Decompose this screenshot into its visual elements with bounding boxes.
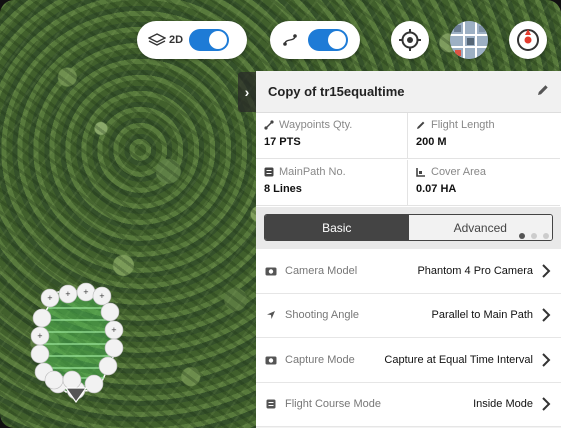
flight-area[interactable]: + + + + + + (28, 280, 128, 405)
settings-tabs: Basic Advanced (264, 214, 553, 241)
settings-list: Camera Model Phantom 4 Pro Camera Shooti… (256, 249, 561, 427)
setting-flight-course-mode[interactable]: Flight Course Mode Inside Mode (256, 383, 561, 427)
mission-stats: Waypoints Qty. 17 PTS Flight Length 200 … (256, 113, 561, 239)
chevron-right-icon (542, 397, 551, 411)
area-icon (416, 168, 425, 177)
panel-header: Copy of tr15equaltime (256, 71, 561, 113)
mission-panel: Copy of tr15equaltime Waypoints Qty. 17 … (256, 71, 561, 428)
stat-flight-length: Flight Length 200 M (408, 113, 560, 159)
svg-text:+: + (37, 332, 43, 340)
edit-pencil-icon[interactable] (537, 83, 549, 101)
locate-button[interactable] (391, 21, 429, 59)
map-thumbnail-button[interactable] (450, 21, 488, 59)
setting-label: Shooting Angle (285, 309, 360, 322)
stat-label: Cover Area (431, 166, 487, 178)
route-toggle-switch[interactable] (308, 29, 348, 51)
setting-label: Capture Mode (285, 353, 355, 366)
page-dot[interactable] (519, 233, 525, 239)
compass-icon (517, 29, 539, 51)
map-thumbnail-icon (450, 21, 488, 59)
setting-value: Inside Mode (473, 398, 533, 411)
setting-value: Parallel to Main Path (431, 309, 534, 322)
chevron-right-icon (542, 264, 551, 278)
stat-mainpath: MainPath No. 8 Lines (256, 160, 408, 206)
setting-value: Phantom 4 Pro Camera (417, 264, 533, 277)
stat-label: Flight Length (431, 119, 495, 131)
setting-value: Capture at Equal Time Interval (384, 353, 533, 366)
setting-shooting-angle[interactable]: Shooting Angle Parallel to Main Path (256, 294, 561, 338)
setting-capture-mode[interactable]: Capture Mode Capture at Equal Time Inter… (256, 338, 561, 383)
tabs-container: Basic Advanced (256, 207, 561, 249)
stat-value: 0.07 HA (416, 183, 457, 195)
2d-toggle-switch[interactable] (189, 29, 230, 51)
direction-arrow-icon (264, 308, 278, 322)
route-toggle-pill[interactable] (270, 21, 360, 59)
svg-text:+: + (65, 290, 71, 298)
crosshair-icon (399, 29, 421, 51)
chevron-right-icon (542, 308, 551, 322)
setting-label: Camera Model (285, 264, 358, 277)
path-icon (264, 167, 274, 177)
compass-button[interactable] (509, 21, 547, 59)
mission-title: Copy of tr15equaltime (268, 84, 405, 99)
page-dot[interactable] (543, 233, 549, 239)
stat-value: 200 M (416, 136, 447, 148)
collapse-panel-button[interactable]: › (238, 72, 256, 112)
page-dot[interactable] (531, 233, 537, 239)
svg-text:+: + (99, 292, 105, 300)
layers-icon (147, 30, 167, 50)
map-2d-toggle-pill[interactable]: 2D (137, 21, 247, 59)
stat-waypoints: Waypoints Qty. 17 PTS (256, 113, 408, 159)
tab-basic[interactable]: Basic (265, 215, 409, 240)
stat-value: 8 Lines (264, 183, 302, 195)
course-icon (264, 397, 278, 411)
ruler-icon (417, 121, 425, 129)
stat-cover-area: Cover Area 0.07 HA (408, 160, 560, 206)
setting-camera-model[interactable]: Camera Model Phantom 4 Pro Camera (256, 249, 561, 294)
svg-text:+: + (83, 288, 89, 296)
stat-label: MainPath No. (279, 166, 346, 178)
setting-label: Flight Course Mode (285, 398, 381, 411)
route-icon (280, 30, 300, 50)
stat-label: Waypoints Qty. (279, 119, 353, 131)
page-indicator (519, 233, 549, 239)
chevron-right-icon: › (244, 84, 250, 100)
capture-icon (264, 353, 278, 367)
svg-text:+: + (47, 294, 53, 302)
chevron-right-icon (542, 353, 551, 367)
waypoints-icon (264, 120, 274, 130)
stat-value: 17 PTS (264, 136, 301, 148)
camera-icon (264, 264, 278, 278)
map-mode-label: 2D (169, 34, 184, 46)
svg-text:+: + (111, 326, 117, 334)
